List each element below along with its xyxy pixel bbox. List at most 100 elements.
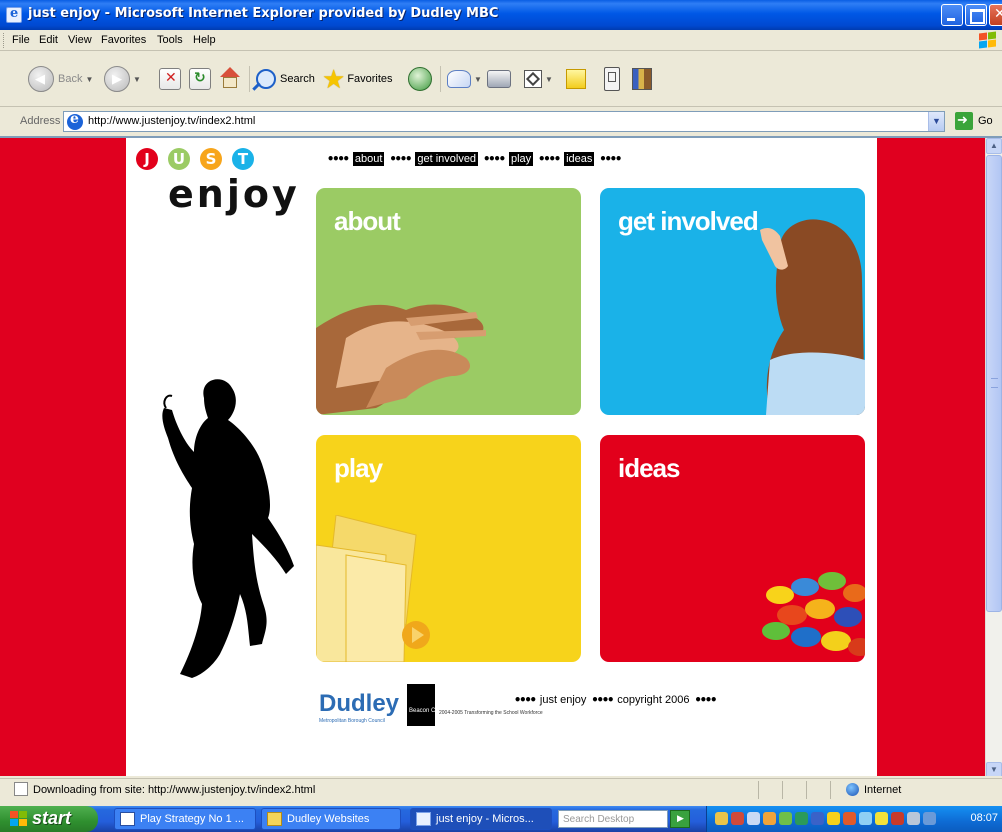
desktop-search-go-icon[interactable]	[670, 810, 690, 828]
forward-arrow-icon	[104, 66, 130, 92]
dancing-girl-silhouette	[162, 379, 294, 678]
nav-dots: ••••	[538, 152, 561, 166]
favorites-button[interactable]: ★ Favorites	[322, 62, 393, 96]
menu-edit[interactable]: Edit	[39, 34, 58, 46]
scroll-thumb[interactable]	[986, 155, 1002, 612]
beacon-subtitle: Transforming the School Workforce	[464, 710, 543, 716]
beacon-caption: 2004-2005 Transforming the School Workfo…	[439, 710, 543, 716]
taskbar: start Play Strategy No 1 ... Dudley Webs…	[0, 806, 1002, 832]
beacon-council-logo	[407, 684, 435, 726]
home-button[interactable]	[218, 62, 242, 96]
play-tile[interactable]: play	[316, 435, 581, 662]
address-label: Address	[20, 115, 61, 127]
taskbar-item-just-enjoy[interactable]: just enjoy - Micros...	[410, 808, 552, 830]
taskbar-item-label: Dudley Websites	[287, 813, 370, 825]
taskbar-item-dudley-websites[interactable]: Dudley Websites	[261, 808, 401, 830]
menu-favorites[interactable]: Favorites	[101, 34, 146, 46]
nav-get-involved[interactable]: get involved	[415, 152, 479, 166]
menu-view[interactable]: View	[68, 34, 92, 46]
address-url[interactable]: http://www.justenjoy.tv/index2.html	[88, 115, 255, 127]
address-input[interactable]: http://www.justenjoy.tv/index2.html ▼	[63, 111, 945, 132]
search-label: Search	[280, 73, 315, 85]
go-button[interactable]: Go	[978, 115, 993, 127]
tray-icon[interactable]	[875, 812, 888, 825]
site-logo[interactable]: J U S T	[136, 148, 254, 170]
status-divider	[758, 781, 759, 799]
edit-button[interactable]: ▼	[524, 62, 553, 96]
mail-button[interactable]: ▼	[447, 62, 482, 96]
menu-file[interactable]: File	[12, 34, 30, 46]
minimize-button[interactable]	[941, 4, 963, 26]
forward-button[interactable]: ▼	[104, 62, 141, 96]
tray-icon[interactable]	[763, 812, 776, 825]
tray-icon[interactable]	[731, 812, 744, 825]
chevron-down-icon: ▼	[474, 74, 482, 84]
tray-icon[interactable]	[891, 812, 904, 825]
windows-logo-icon	[976, 31, 998, 50]
footer-dots: ••••	[514, 693, 537, 707]
favorites-label: Favorites	[347, 73, 393, 85]
child-drawing-image	[760, 219, 865, 415]
close-button[interactable]	[989, 4, 1002, 26]
menu-tools[interactable]: Tools	[157, 34, 183, 46]
ideas-tile-label: ideas	[618, 453, 680, 483]
scroll-down-icon[interactable]: ▼	[986, 762, 1002, 776]
messenger-button[interactable]	[604, 62, 620, 96]
get-involved-tile-label: get involved	[618, 206, 759, 236]
taskbar-item-play-strategy[interactable]: Play Strategy No 1 ...	[114, 808, 256, 830]
taskbar-item-label: just enjoy - Micros...	[436, 813, 534, 825]
ideas-tile[interactable]: ideas	[600, 435, 865, 662]
desktop-search-placeholder: Search Desktop	[563, 814, 635, 825]
favorites-star-icon: ★	[322, 64, 346, 94]
tray-icon[interactable]	[811, 812, 824, 825]
ie-icon	[6, 6, 22, 23]
discuss-button[interactable]	[566, 62, 586, 96]
vertical-scrollbar[interactable]: ▲ ▼	[985, 138, 1002, 776]
desktop-search-input[interactable]: Search Desktop	[558, 810, 668, 828]
maximize-button[interactable]	[965, 4, 987, 26]
nav-about[interactable]: about	[352, 152, 385, 166]
scroll-up-icon[interactable]: ▲	[986, 138, 1002, 154]
tray-icon[interactable]	[827, 812, 840, 825]
tray-icon[interactable]	[795, 812, 808, 825]
nav-dots: ••••	[327, 152, 350, 166]
back-button[interactable]: Back ▼	[28, 62, 93, 96]
tray-icon[interactable]	[747, 812, 760, 825]
tray-icon[interactable]	[715, 812, 728, 825]
start-button[interactable]: start	[0, 806, 98, 832]
search-button[interactable]: Search	[256, 62, 315, 96]
tray-icon[interactable]	[843, 812, 856, 825]
history-button[interactable]	[408, 62, 432, 96]
print-button[interactable]	[487, 62, 511, 96]
tray-icon[interactable]	[923, 812, 936, 825]
go-arrow-icon[interactable]	[955, 112, 973, 130]
security-zone: Internet	[864, 784, 902, 796]
system-clock[interactable]: 08:07	[970, 812, 998, 824]
stop-button[interactable]: ✕	[159, 62, 181, 96]
tray-icon[interactable]	[859, 812, 872, 825]
nav-play[interactable]: play	[508, 152, 534, 166]
about-tile-label: about	[334, 206, 401, 236]
title-bar: just enjoy - Microsoft Internet Explorer…	[0, 0, 1002, 30]
about-tile[interactable]: about	[316, 188, 581, 415]
ie-icon	[416, 812, 431, 826]
tray-icon[interactable]	[907, 812, 920, 825]
dudley-logo[interactable]: Dudley	[319, 690, 399, 718]
chevron-down-icon: ▼	[545, 74, 553, 84]
menu-help[interactable]: Help	[193, 34, 216, 46]
refresh-button[interactable]: ↻	[189, 62, 211, 96]
status-divider	[806, 781, 807, 799]
system-tray: 08:07	[706, 806, 1002, 832]
refresh-icon: ↻	[189, 68, 211, 90]
status-text: Downloading from site: http://www.justen…	[33, 784, 316, 796]
nav-ideas[interactable]: ideas	[564, 152, 595, 166]
taskbar-item-label: Play Strategy No 1 ...	[140, 813, 244, 825]
address-dropdown-icon[interactable]: ▼	[928, 112, 944, 131]
research-button[interactable]	[632, 62, 652, 96]
start-label: start	[32, 808, 72, 828]
tray-icon[interactable]	[779, 812, 792, 825]
get-involved-tile[interactable]: get involved	[600, 188, 865, 415]
menu-bar: File Edit View Favorites Tools Help	[0, 30, 1002, 51]
chevron-down-icon: ▼	[133, 74, 141, 84]
home-icon	[218, 67, 242, 91]
